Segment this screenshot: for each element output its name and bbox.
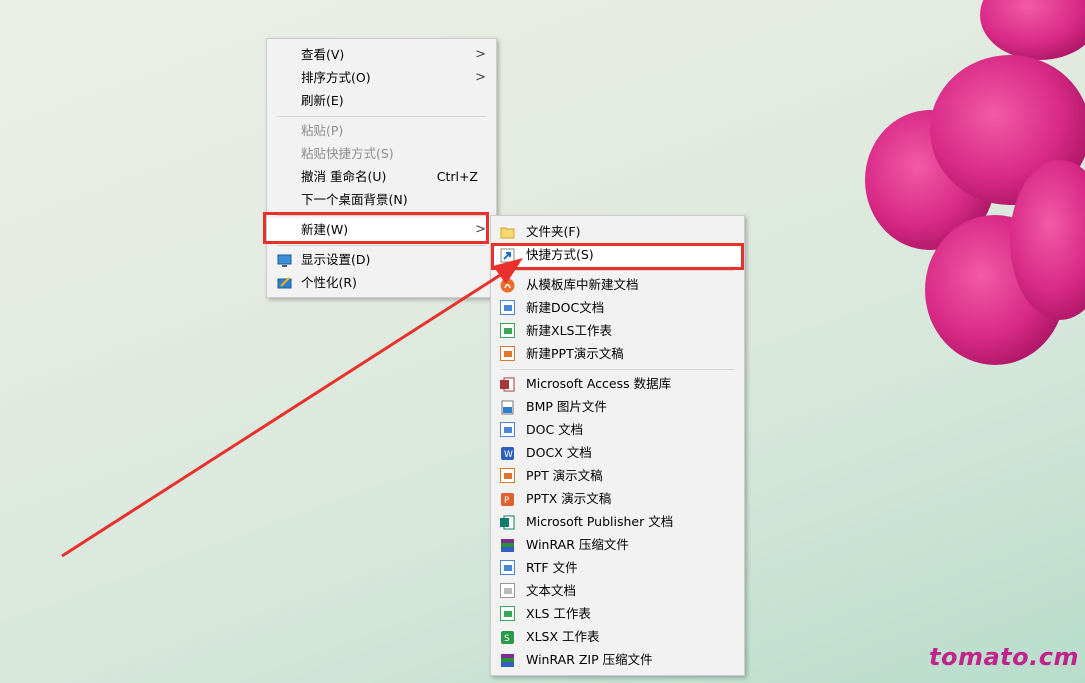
submenu-item-new-doc[interactable]: 新建DOC文档: [491, 296, 744, 319]
menu-item-label: RTF 文件: [526, 560, 578, 575]
display-icon: [277, 252, 292, 267]
submenu-item-ppt[interactable]: PPT 演示文稿: [491, 464, 744, 487]
submenu-item-shortcut[interactable]: 快捷方式(S): [491, 243, 744, 266]
desktop-context-menu: 查看(V) > 排序方式(O) > 刷新(E) 粘贴(P) 粘贴快捷方式(S) …: [266, 38, 497, 298]
menu-item-label: 下一个桌面背景(N): [301, 192, 408, 207]
txt-icon: [500, 583, 515, 598]
menu-item-label: XLS 工作表: [526, 606, 591, 621]
docx-icon: W: [500, 445, 515, 460]
menu-separator: [501, 270, 734, 271]
menu-item-next-background[interactable]: 下一个桌面背景(N): [267, 188, 496, 211]
menu-item-label: PPTX 演示文稿: [526, 491, 612, 506]
menu-separator: [277, 245, 486, 246]
submenu-item-xls[interactable]: XLS 工作表: [491, 602, 744, 625]
submenu-item-publisher[interactable]: Microsoft Publisher 文档: [491, 510, 744, 533]
access-icon: [500, 376, 515, 392]
submenu-item-new-ppt[interactable]: 新建PPT演示文稿: [491, 342, 744, 365]
submenu-item-new-xls[interactable]: 新建XLS工作表: [491, 319, 744, 342]
menu-item-label: 查看(V): [301, 47, 345, 62]
svg-text:S: S: [504, 634, 510, 644]
pptx-icon: P: [500, 491, 515, 506]
menu-item-label: 文本文档: [526, 583, 577, 598]
wps-xls-icon: [500, 323, 515, 338]
flower-wallpaper: [865, 0, 1085, 365]
submenu-item-template[interactable]: 从模板库中新建文档: [491, 273, 744, 296]
chevron-right-icon: >: [475, 70, 486, 85]
submenu-item-access[interactable]: Microsoft Access 数据库: [491, 372, 744, 395]
rtf-icon: [500, 560, 515, 575]
template-icon: [500, 277, 515, 293]
menu-separator: [277, 215, 486, 216]
winrar-zip-icon: [500, 652, 515, 667]
submenu-item-pptx[interactable]: P PPTX 演示文稿: [491, 487, 744, 510]
xls-icon: [500, 606, 515, 621]
winrar-icon: [500, 537, 515, 552]
menu-item-new[interactable]: 新建(W) >: [267, 218, 496, 241]
menu-item-label: 个性化(R): [301, 275, 357, 290]
menu-separator: [277, 116, 486, 117]
menu-item-label: 快捷方式(S): [526, 247, 594, 262]
menu-item-label: WinRAR 压缩文件: [526, 537, 629, 552]
menu-item-paste-shortcut: 粘贴快捷方式(S): [267, 142, 496, 165]
menu-item-label: 显示设置(D): [301, 252, 371, 267]
shortcut-text: Ctrl+Z: [436, 169, 478, 184]
menu-item-label: WinRAR ZIP 压缩文件: [526, 652, 653, 667]
menu-item-label: DOC 文档: [526, 422, 584, 437]
menu-item-refresh[interactable]: 刷新(E): [267, 89, 496, 112]
menu-item-display-settings[interactable]: 显示设置(D): [267, 248, 496, 271]
watermark: tomato.cm: [929, 643, 1079, 671]
personalize-icon: [277, 275, 292, 290]
menu-item-label: 排序方式(O): [301, 70, 371, 85]
shortcut-icon: [500, 247, 515, 263]
menu-item-undo-rename[interactable]: 撤消 重命名(U) Ctrl+Z: [267, 165, 496, 188]
menu-item-label: Microsoft Publisher 文档: [526, 514, 674, 529]
menu-item-label: 粘贴(P): [301, 123, 344, 138]
menu-item-label: 新建PPT演示文稿: [526, 346, 624, 361]
menu-item-label: XLSX 工作表: [526, 629, 600, 644]
menu-item-label: Microsoft Access 数据库: [526, 376, 672, 391]
menu-item-sort[interactable]: 排序方式(O) >: [267, 66, 496, 89]
submenu-item-docx[interactable]: W DOCX 文档: [491, 441, 744, 464]
menu-item-personalize[interactable]: 个性化(R): [267, 271, 496, 294]
menu-item-paste: 粘贴(P): [267, 119, 496, 142]
menu-item-label: 新建XLS工作表: [526, 323, 612, 338]
menu-item-label: 新建(W): [301, 222, 349, 237]
submenu-item-folder[interactable]: 文件夹(F): [491, 220, 744, 243]
menu-item-label: BMP 图片文件: [526, 399, 607, 414]
doc-icon: [500, 422, 515, 437]
ppt-icon: [500, 468, 515, 483]
chevron-right-icon: >: [475, 47, 486, 62]
submenu-item-rtf[interactable]: RTF 文件: [491, 556, 744, 579]
svg-text:P: P: [504, 496, 510, 506]
menu-item-label: 撤消 重命名(U): [301, 169, 387, 184]
menu-item-label: 粘贴快捷方式(S): [301, 146, 394, 161]
menu-item-label: 文件夹(F): [526, 224, 581, 239]
submenu-item-xlsx[interactable]: S XLSX 工作表: [491, 625, 744, 648]
submenu-item-doc[interactable]: DOC 文档: [491, 418, 744, 441]
submenu-item-winrar-zip[interactable]: WinRAR ZIP 压缩文件: [491, 648, 744, 671]
menu-item-label: PPT 演示文稿: [526, 468, 603, 483]
publisher-icon: [500, 514, 515, 530]
submenu-item-winrar[interactable]: WinRAR 压缩文件: [491, 533, 744, 556]
menu-item-label: 刷新(E): [301, 93, 344, 108]
menu-separator: [501, 369, 734, 370]
chevron-right-icon: >: [475, 222, 486, 237]
menu-item-label: 从模板库中新建文档: [526, 277, 639, 292]
menu-item-view[interactable]: 查看(V) >: [267, 43, 496, 66]
xlsx-icon: S: [500, 629, 515, 644]
folder-icon: [500, 224, 515, 239]
wps-ppt-icon: [500, 346, 515, 361]
bmp-icon: [500, 399, 515, 415]
submenu-item-bmp[interactable]: BMP 图片文件: [491, 395, 744, 418]
submenu-item-txt[interactable]: 文本文档: [491, 579, 744, 602]
menu-item-label: 新建DOC文档: [526, 300, 605, 315]
wps-doc-icon: [500, 300, 515, 315]
menu-item-label: DOCX 文档: [526, 445, 592, 460]
new-submenu: 文件夹(F) 快捷方式(S) 从模板库中新建文档 新建DOC文档 新建XLS工作…: [490, 215, 745, 676]
svg-text:W: W: [504, 450, 513, 460]
